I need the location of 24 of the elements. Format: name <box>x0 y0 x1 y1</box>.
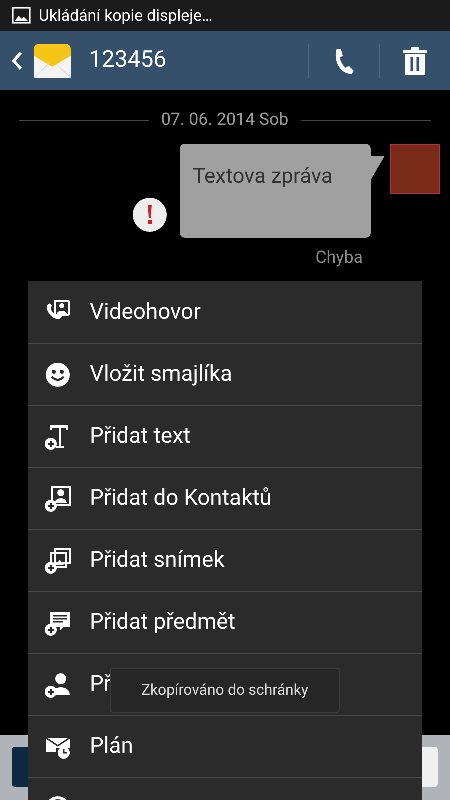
image-icon <box>12 7 31 24</box>
smiley-icon <box>44 360 72 388</box>
add-slide-icon <box>44 546 72 574</box>
menu-item[interactable]: Přidat předmět <box>28 591 422 653</box>
menu-item[interactable]: Přidat do Kontaktů <box>28 467 422 529</box>
menu-item[interactable]: Přidat text <box>28 405 422 467</box>
menu-item[interactable]: Vložit smajlíka <box>28 343 422 405</box>
message-text: Textova zpráva <box>193 164 333 188</box>
add-person-icon <box>44 670 72 698</box>
menu-item[interactable]: Přidat snímek <box>28 529 422 591</box>
avatar-photo-placeholder <box>390 144 440 194</box>
phone-icon <box>333 48 355 74</box>
back-icon <box>11 50 23 70</box>
notification-text: Ukládání kopie displeje… <box>39 4 213 26</box>
contact-number: 123456 <box>89 45 168 76</box>
add-contact-icon <box>44 484 72 512</box>
trash-icon <box>403 46 427 74</box>
message-status: Chyba <box>316 246 363 270</box>
menu-item[interactable]: Videohovor <box>28 281 422 343</box>
date-separator: 07. 06. 2014 Sob <box>161 109 289 132</box>
menu-item[interactable]: Plán <box>28 715 422 777</box>
bubble-tail <box>371 156 385 180</box>
toast-message: Zkopírováno do schránky <box>110 668 340 713</box>
envelope-icon <box>34 42 71 80</box>
